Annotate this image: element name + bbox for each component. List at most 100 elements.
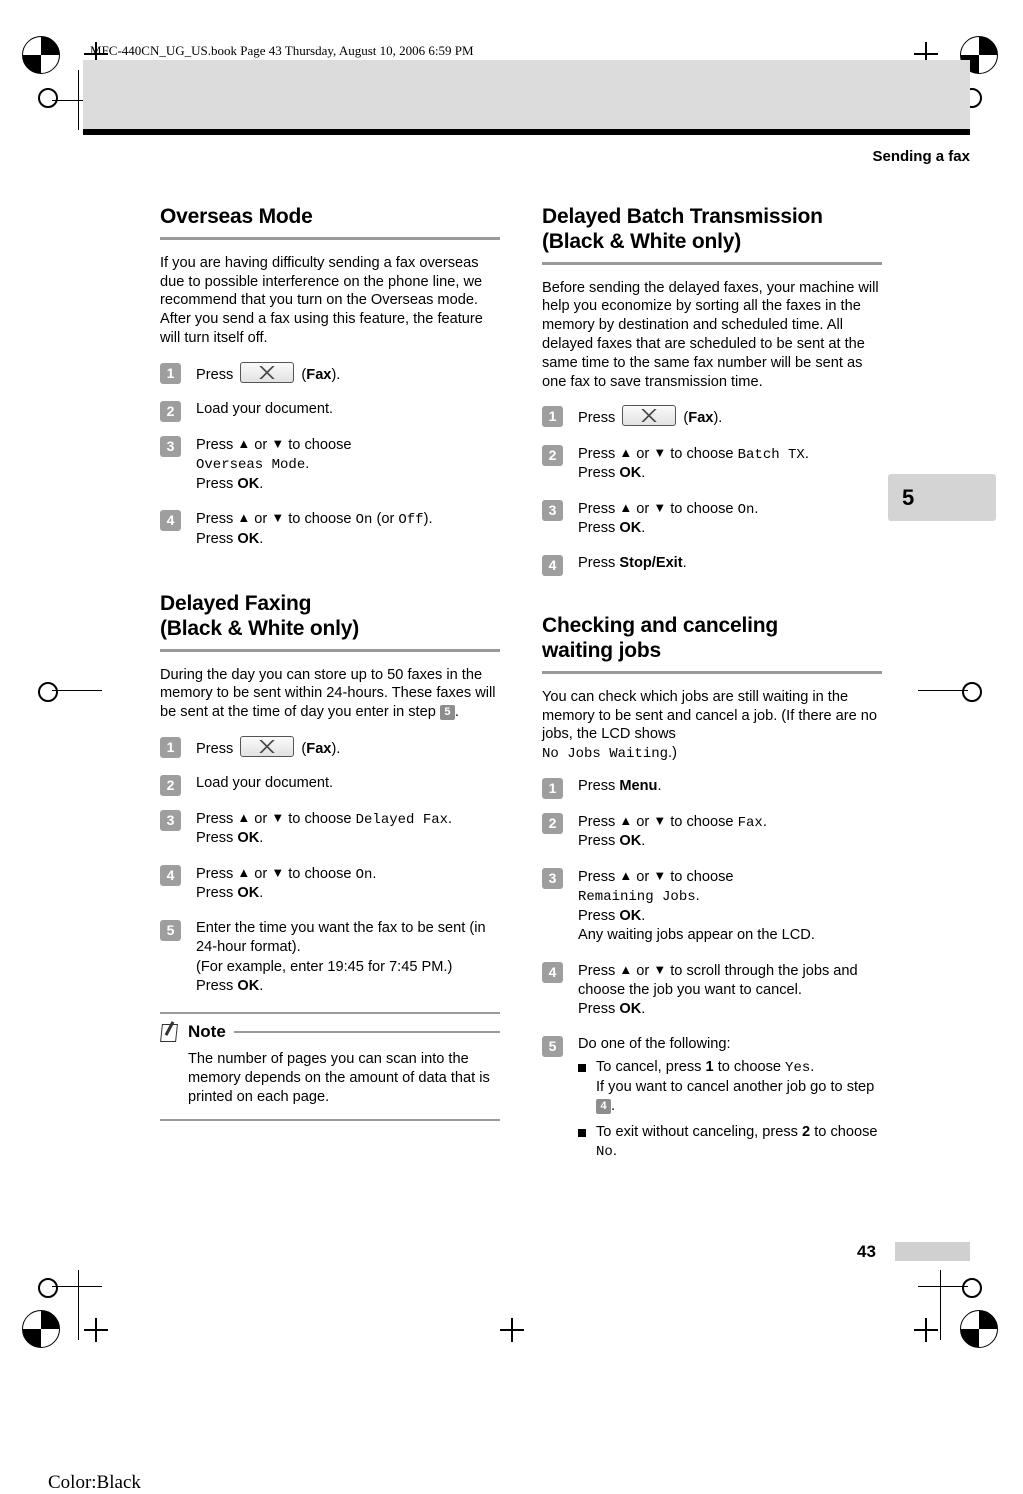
step-text: Press (Fax). xyxy=(196,361,340,383)
section-title-checking-canceling: Checking and canceling waiting jobs xyxy=(542,614,882,664)
step-number: 2 xyxy=(542,812,563,834)
section-rule xyxy=(542,670,882,674)
step-text: Press ▲ or ▼ to choose On. Press OK. xyxy=(196,864,377,902)
step-bullet-list: To cancel, press 1 to choose Yes. If you … xyxy=(578,1058,882,1161)
lcd-text: Delayed Fax xyxy=(355,811,449,828)
registration-circle-right-mid xyxy=(962,682,982,702)
step-number: 3 xyxy=(160,809,181,831)
page-number-bar xyxy=(895,1242,970,1261)
file-stamp: MFC-440CN_UG_US.book Page 43 Thursday, A… xyxy=(90,43,474,58)
overseas-mode-steps: 1 Press (Fax). 2 Load your document. 3 P… xyxy=(160,361,500,549)
header-rule xyxy=(83,129,970,135)
step-text: Press ▲ or ▼ to choose Remaining Jobs. Pre… xyxy=(578,867,815,944)
inline-step-ref: 4 xyxy=(596,1099,611,1115)
step-text: Press ▲ or ▼ to choose Overseas Mode. Pres… xyxy=(196,435,352,492)
fax-key-icon xyxy=(240,361,295,383)
registration-target-top-left xyxy=(22,36,60,74)
bullet-item: To cancel, press 1 to choose Yes. If you … xyxy=(578,1058,882,1116)
step-text: Press (Fax). xyxy=(578,405,722,427)
note-header: Note xyxy=(160,1022,500,1042)
step-item: 2 Press ▲ or ▼ to choose Fax. Press OK. xyxy=(542,812,882,852)
section-title-delayed-faxing: Delayed Faxing (Black & White only) xyxy=(160,592,500,642)
registration-target-bottom-right xyxy=(960,1310,998,1348)
title-line-2: (Black & White only) xyxy=(160,616,360,640)
step-number: 3 xyxy=(160,435,181,457)
step-item: 3 Press ▲ or ▼ to choose Overseas Mode. Pr… xyxy=(160,435,500,494)
trim-line-bottom-left xyxy=(52,1286,102,1287)
right-column: Delayed Batch Transmission (Black & White… xyxy=(542,205,882,1177)
trim-line-bottom-right xyxy=(918,1286,968,1287)
step-line-2: (For example, enter 19:45 for 7:45 PM.) xyxy=(196,958,453,975)
step-extra-text: Any waiting jobs appear on the LCD. xyxy=(578,927,815,944)
step-item: 1 Press (Fax). xyxy=(160,361,500,385)
lcd-text: Overseas Mode xyxy=(196,457,306,474)
step-item: 1 Press Menu. xyxy=(542,777,882,800)
lcd-text: No xyxy=(596,1143,613,1160)
note-box: Note The number of pages you can scan in… xyxy=(160,1011,500,1122)
delayed-batch-steps: 1 Press (Fax). 2 Press ▲ or ▼ to choose … xyxy=(542,405,882,576)
intro-text-a: You can check which jobs are still waiti… xyxy=(542,688,878,743)
intro-text-b: . xyxy=(454,704,459,721)
intro-text-b: .) xyxy=(668,745,677,762)
step-item: 1 Press (Fax). xyxy=(542,405,882,428)
section-rule xyxy=(160,648,500,652)
section-title-overseas-mode: Overseas Mode xyxy=(160,205,313,228)
trim-line-mid-left xyxy=(52,690,102,691)
step-item: 5 Enter the time you want the fax to be … xyxy=(160,919,500,997)
title-line-1: Checking and canceling xyxy=(542,614,778,638)
lcd-text: No Jobs Waiting xyxy=(542,746,669,763)
step-item: 4 Press ▲ or ▼ to choose On (or Off). Pre… xyxy=(160,509,500,549)
registration-circle-right-lower xyxy=(962,1278,982,1298)
step-number: 4 xyxy=(160,864,181,886)
step-text: Do one of the following: To cancel, pres… xyxy=(578,1036,882,1162)
note-title: Note xyxy=(188,1021,226,1041)
step-number: 3 xyxy=(542,867,563,889)
page-number: 43 xyxy=(857,1242,876,1261)
lcd-text: Fax xyxy=(737,814,763,831)
step-item: 5 Do one of the following: To cancel, pr… xyxy=(542,1035,882,1162)
step-text: Load your document. xyxy=(196,401,334,418)
step-number: 1 xyxy=(542,406,563,428)
registration-cross-bottom-right xyxy=(914,1318,938,1342)
step-text: Enter the time you want the fax to be se… xyxy=(196,919,486,995)
overseas-mode-intro: If you are having difficulty sending a f… xyxy=(160,254,483,347)
step-item: 2 Load your document. xyxy=(160,774,500,797)
delayed-faxing-steps: 1 Press (Fax). 2 Load your document. 3 P… xyxy=(160,736,500,996)
registration-circle-left-lower xyxy=(38,1278,58,1298)
title-line-2: waiting jobs xyxy=(542,639,661,663)
step-lead-text: Do one of the following: xyxy=(578,1035,731,1052)
step-item: 3 Press ▲ or ▼ to choose On. Press OK. xyxy=(542,499,882,539)
lcd-text: Off xyxy=(398,512,424,529)
trim-line-mid-right xyxy=(918,690,968,691)
checking-canceling-intro: You can check which jobs are still waiti… xyxy=(542,688,882,763)
delayed-faxing-intro: During the day you can store up to 50 fa… xyxy=(160,666,500,722)
title-line-1: Delayed Faxing xyxy=(160,592,312,616)
color-mark: Color:Black xyxy=(48,1472,141,1493)
registration-circle-left-mid xyxy=(38,682,58,702)
title-line-2: (Black & White only) xyxy=(542,229,742,253)
title-line-1: Delayed Batch Transmission xyxy=(542,205,823,228)
step-item: 3 Press ▲ or ▼ to choose Delayed Fax. Pre… xyxy=(160,809,500,849)
step-text: Press ▲ or ▼ to choose Batch TX. Press OK… xyxy=(578,444,809,482)
registration-circle-left-upper xyxy=(38,88,58,108)
trim-line-right-bottom xyxy=(940,1270,941,1340)
step-text: Press ▲ or ▼ to choose On. Press OK. xyxy=(578,499,759,537)
fax-key-icon xyxy=(622,405,677,427)
lcd-text: On xyxy=(355,866,373,883)
step-number: 2 xyxy=(160,401,181,423)
bullet-item: To exit without canceling, press 2 to ch… xyxy=(578,1123,882,1162)
step-item: 4 Press ▲ or ▼ to scroll through the job… xyxy=(542,961,882,1020)
lcd-text: Yes xyxy=(785,1060,811,1077)
step-item: 3 Press ▲ or ▼ to choose Remaining Jobs. P… xyxy=(542,867,882,946)
section-rule xyxy=(542,261,882,265)
left-column: Overseas Mode If you are having difficul… xyxy=(160,205,500,1122)
step-item: 2 Load your document. xyxy=(160,400,500,423)
step-text: Press (Fax). xyxy=(196,736,340,758)
note-body: The number of pages you can scan into th… xyxy=(188,1050,490,1106)
chapter-tab: 5 xyxy=(888,474,996,521)
step-number: 1 xyxy=(160,362,181,384)
registration-cross-bottom-left xyxy=(84,1318,108,1342)
chapter-number: 5 xyxy=(902,485,915,510)
step-number: 5 xyxy=(542,1035,563,1057)
note-pencil-icon xyxy=(160,1022,180,1042)
